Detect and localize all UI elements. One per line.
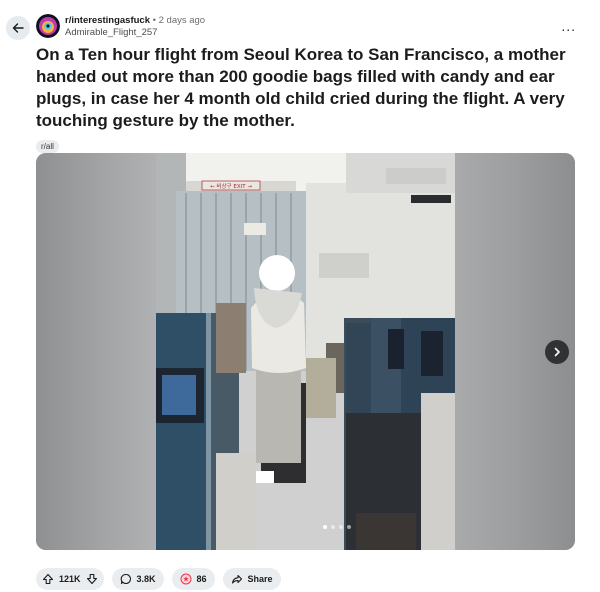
upvote-arrow-icon[interactable] xyxy=(42,573,54,585)
share-arrow-icon xyxy=(231,574,242,584)
post-title: On a Ten hour flight from Seoul Korea to… xyxy=(36,45,566,130)
award-button[interactable]: 86 xyxy=(171,568,215,590)
share-button[interactable]: Share xyxy=(222,568,281,590)
gallery-pagination xyxy=(323,525,351,529)
share-label: Share xyxy=(247,574,273,584)
post-actions: 121K 3.8K 86 Share xyxy=(36,568,281,590)
comment-bubble-icon xyxy=(120,573,131,585)
post-flair[interactable]: r/all xyxy=(36,140,59,153)
post-meta: r/interestingasfuck • 2 days ago Admirab… xyxy=(65,15,205,39)
comments-button[interactable]: 3.8K xyxy=(111,568,164,590)
vote-count: 121K xyxy=(59,574,81,584)
post-image: ← 비상구 EXIT → xyxy=(156,153,455,550)
subreddit-name[interactable]: r/interestingasfuck xyxy=(65,15,150,26)
subreddit-avatar[interactable] xyxy=(36,14,60,38)
gallery-dot[interactable] xyxy=(331,525,335,529)
vote-control: 121K xyxy=(36,568,104,590)
downvote-arrow-icon[interactable] xyxy=(86,573,98,585)
gallery-dot-active[interactable] xyxy=(323,525,327,529)
post-time: 2 days ago xyxy=(158,15,206,26)
award-count: 86 xyxy=(196,574,207,584)
arrow-left-icon xyxy=(12,23,24,33)
more-options-button[interactable]: ... xyxy=(561,18,576,34)
gallery-next-button[interactable] xyxy=(545,340,569,364)
exit-sign-text: ← 비상구 EXIT → xyxy=(210,182,252,190)
award-icon xyxy=(180,573,192,585)
chevron-right-icon xyxy=(554,347,560,357)
meta-separator: • xyxy=(152,15,156,26)
gallery-dot[interactable] xyxy=(347,525,351,529)
gallery-dot[interactable] xyxy=(339,525,343,529)
back-button[interactable] xyxy=(6,16,30,40)
image-gallery[interactable]: ← 비상구 EXIT → xyxy=(36,153,575,550)
gallery-blur-left xyxy=(36,153,156,550)
comment-count: 3.8K xyxy=(136,574,156,584)
ellipsis-icon: ... xyxy=(561,18,576,34)
author-name[interactable]: Admirable_Flight_257 xyxy=(65,27,205,39)
